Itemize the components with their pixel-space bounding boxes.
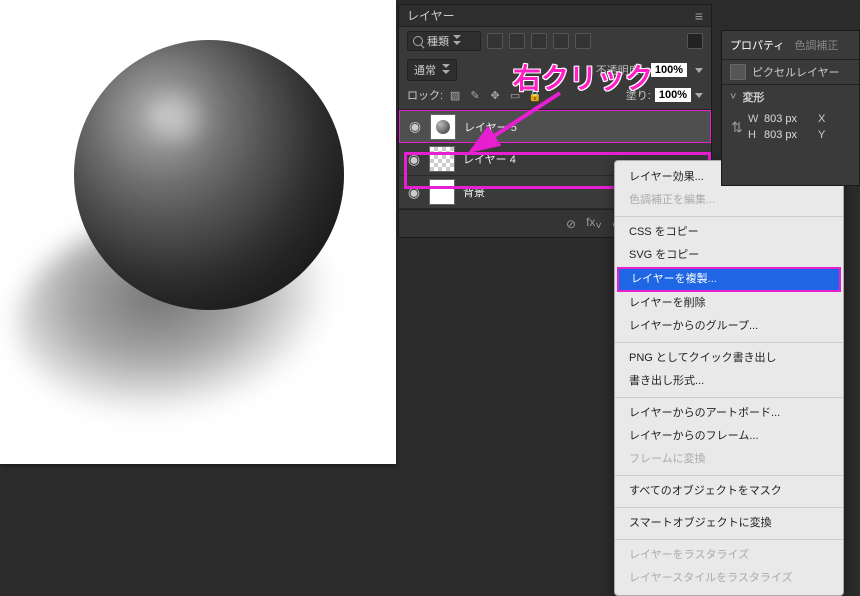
layers-panel-title: レイヤー <box>407 7 455 24</box>
menu-item-rasterize-style: レイヤースタイルをラスタライズ <box>615 567 843 590</box>
opacity-value[interactable]: 100% <box>651 63 687 77</box>
menu-separator <box>615 216 843 217</box>
layer-name: レイヤー 4 <box>463 151 516 167</box>
layer-kind-label: ピクセルレイヤー <box>752 64 840 80</box>
visibility-eye-icon[interactable]: ◉ <box>407 184 421 201</box>
menu-item-delete-layer[interactable]: レイヤーを削除 <box>615 292 843 315</box>
layer-filter-type[interactable]: 種類 <box>407 31 481 51</box>
layer-filter-label: 種類 <box>427 33 449 49</box>
filter-adjust-icon[interactable] <box>509 33 525 49</box>
search-icon <box>413 36 423 46</box>
filter-shape-icon[interactable] <box>553 33 569 49</box>
lock-label: ロック: <box>407 87 443 103</box>
menu-separator <box>615 475 843 476</box>
menu-item-rasterize-layer: レイヤーをラスタライズ <box>615 544 843 567</box>
layer-context-menu: レイヤー効果... 色調補正を編集... CSS をコピー SVG をコピー レ… <box>614 160 844 596</box>
chevron-dropdown-icon <box>453 35 461 47</box>
layer-thumbnail[interactable] <box>429 146 455 172</box>
lock-artboard-icon[interactable]: ▭ <box>507 88 523 102</box>
tab-adjustments[interactable]: 色調補正 <box>794 37 838 53</box>
filter-pixel-icon[interactable] <box>487 33 503 49</box>
menu-item-mask-all[interactable]: すべてのオブジェクトをマスク <box>615 480 843 503</box>
filter-smart-icon[interactable] <box>575 33 591 49</box>
tab-properties[interactable]: プロパティ <box>730 37 784 53</box>
y-axis-label: Y <box>818 129 832 141</box>
properties-panel: プロパティ 色調補正 ピクセルレイヤー ˅ 変形 ⇅ W 803 px X H … <box>721 30 860 186</box>
menu-item-duplicate-layer[interactable]: レイヤーを複製... <box>617 267 841 292</box>
chevron-down-icon[interactable] <box>695 93 703 98</box>
link-wh-icon[interactable]: ⇅ <box>730 119 744 136</box>
transform-section-label: 変形 <box>742 89 764 105</box>
menu-separator <box>615 397 843 398</box>
chevron-down-icon <box>442 64 450 76</box>
blend-mode-value: 通常 <box>414 62 436 78</box>
width-value[interactable]: 803 px <box>764 113 814 125</box>
menu-item-frame-from-layers[interactable]: レイヤーからのフレーム... <box>615 425 843 448</box>
menu-item-export-as[interactable]: 書き出し形式... <box>615 370 843 393</box>
panel-menu-icon[interactable]: ≡ <box>695 8 703 24</box>
layer-thumbnail[interactable] <box>430 114 456 140</box>
lock-position-icon[interactable]: ✥ <box>487 88 503 102</box>
menu-item-quick-export-png[interactable]: PNG としてクイック書き出し <box>615 347 843 370</box>
opacity-label: 不透明度: <box>596 62 643 78</box>
menu-separator <box>615 507 843 508</box>
collapse-chevron-icon[interactable]: ˅ <box>730 91 736 103</box>
menu-item-artboard-from-layers[interactable]: レイヤーからのアートボード... <box>615 402 843 425</box>
x-axis-label: X <box>818 113 832 125</box>
menu-item-convert-smart-object[interactable]: スマートオブジェクトに変換 <box>615 512 843 535</box>
height-value[interactable]: 803 px <box>764 129 814 141</box>
lock-all-icon[interactable]: 🔒 <box>527 88 543 102</box>
filter-toggle-icon[interactable] <box>687 33 703 49</box>
height-label: H <box>748 129 760 141</box>
layer-kind-icon <box>730 64 746 80</box>
lock-image-icon[interactable]: ✎ <box>467 88 483 102</box>
fill-label: 塗り: <box>626 87 651 103</box>
fill-value[interactable]: 100% <box>655 88 691 102</box>
link-layers-icon[interactable]: ⊘ <box>566 217 576 231</box>
menu-separator <box>615 342 843 343</box>
layer-row[interactable]: ◉ レイヤー 5 <box>399 110 711 143</box>
filter-type-icon[interactable] <box>531 33 547 49</box>
menu-item-edit-adjustment: 色調補正を編集... <box>615 189 843 212</box>
blend-mode-select[interactable]: 通常 <box>407 59 457 81</box>
menu-item-copy-css[interactable]: CSS をコピー <box>615 221 843 244</box>
sphere-artwork <box>74 40 344 310</box>
visibility-eye-icon[interactable]: ◉ <box>408 118 422 135</box>
artboard <box>0 0 396 464</box>
chevron-down-icon[interactable] <box>695 68 703 73</box>
layer-thumbnail[interactable] <box>429 179 455 205</box>
menu-separator <box>615 539 843 540</box>
layers-panel-header[interactable]: レイヤー ≡ <box>399 5 711 27</box>
visibility-eye-icon[interactable]: ◉ <box>407 151 421 168</box>
menu-item-convert-to-frame: フレームに変換 <box>615 448 843 471</box>
layer-name: 背景 <box>463 184 485 200</box>
width-label: W <box>748 113 760 125</box>
fx-icon[interactable]: fx˅ <box>586 215 602 232</box>
lock-transparency-icon[interactable]: ▧ <box>447 88 463 102</box>
layer-name: レイヤー 5 <box>464 119 517 135</box>
menu-item-copy-svg[interactable]: SVG をコピー <box>615 244 843 267</box>
menu-item-group-from-layers[interactable]: レイヤーからのグループ... <box>615 315 843 338</box>
